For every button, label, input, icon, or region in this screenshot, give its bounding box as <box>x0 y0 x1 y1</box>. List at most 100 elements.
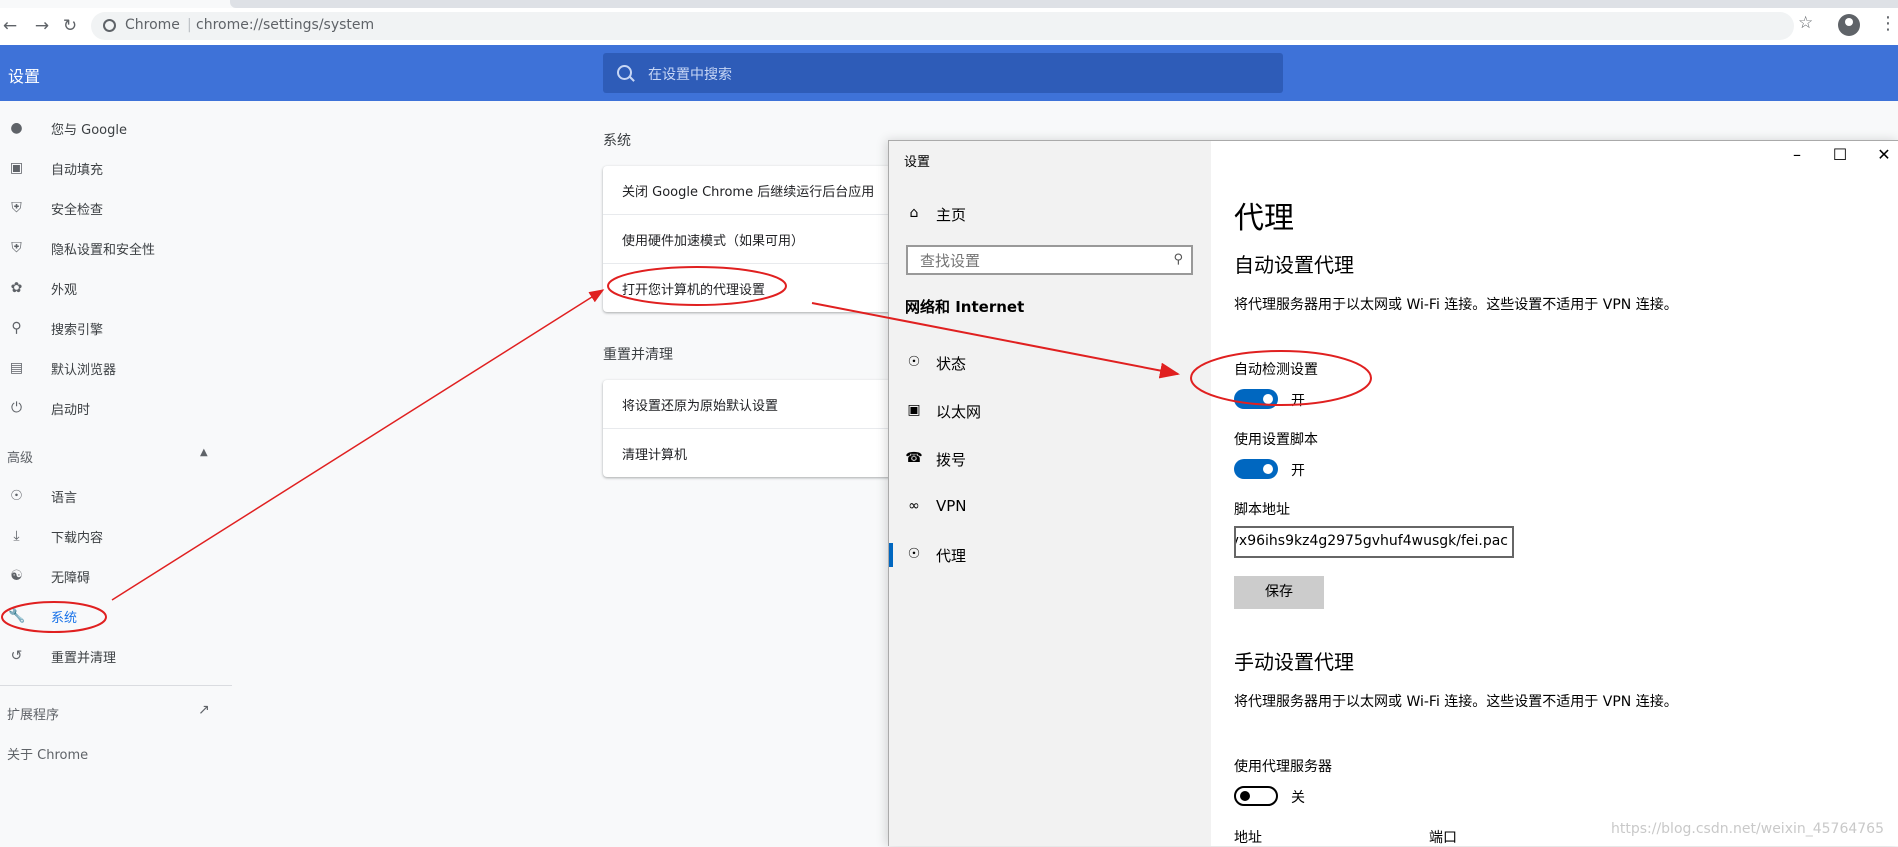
nav-status[interactable]: ☉ 状态 <box>889 343 1211 383</box>
nav-label: VPN <box>936 497 967 515</box>
ethernet-icon: ▣ <box>907 402 921 418</box>
person-icon: ● <box>10 120 23 136</box>
shield-check-icon: ⛨ <box>11 200 22 216</box>
sidebar-advanced-label: 高级 <box>7 451 34 466</box>
shield-icon: ⛨ <box>11 240 22 256</box>
script-address-input[interactable]: ıvx96ihs9kz4g2975gvhuf4wusgk/fei.pac <box>1234 526 1514 558</box>
nav-ethernet[interactable]: ▣ 以太网 <box>889 391 1211 431</box>
sidebar-extensions-label: 扩展程序 <box>7 708 60 723</box>
search-icon: ⚲ <box>1173 252 1183 267</box>
manual-proxy-heading: 手动设置代理 <box>1234 650 1354 674</box>
nav-label: 代理 <box>936 547 967 565</box>
vpn-icon: ∞ <box>908 498 920 514</box>
sidebar-item-appearance[interactable]: ✿ 外观 <box>0 272 230 304</box>
reset-card: 将设置还原为原始默认设置 清理计算机 <box>603 380 903 477</box>
windows-settings-window: 设置 ⌂ 主页 ⚲ 网络和 Internet ☉ 状态 ▣ 以太网 ☎ 拨号 ∞… <box>888 140 1898 846</box>
watermark: https://blog.csdn.net/weixin_45764765 <box>1610 821 1884 837</box>
window-title: 设置 <box>904 155 931 170</box>
globe-icon: ☉ <box>10 488 23 504</box>
list-item-label: 打开您计算机的代理设置 <box>622 283 766 298</box>
use-proxy-label: 使用代理服务器 <box>1234 759 1332 775</box>
settings-search[interactable]: 在设置中搜索 <box>603 53 1283 93</box>
find-setting-input[interactable]: ⚲ <box>906 245 1193 275</box>
wrench-icon: 🔧 <box>8 608 26 624</box>
auto-detect-label: 自动检测设置 <box>1234 362 1318 378</box>
sidebar-item-about[interactable]: 关于 Chrome <box>0 737 230 769</box>
reload-icon[interactable]: ↻ <box>60 16 80 36</box>
sidebar-advanced-toggle[interactable]: 高级 ▲ <box>0 440 230 472</box>
sidebar-item-on-startup[interactable]: ⏻ 启动时 <box>0 392 230 424</box>
address-label: 地址 <box>1234 830 1262 846</box>
globe-icon: ☉ <box>907 546 921 562</box>
nav-proxy[interactable]: ☉ 代理 <box>889 535 1211 575</box>
proxy-page-title: 代理 <box>1234 201 1294 236</box>
search-icon: ⚲ <box>11 320 22 336</box>
url-text[interactable]: chrome://settings/system <box>196 17 374 33</box>
sidebar-item-label: 自动填充 <box>51 163 104 178</box>
use-script-toggle[interactable] <box>1234 459 1278 479</box>
sidebar-item-you-and-google[interactable]: ● 您与 Google <box>0 112 230 144</box>
menu-kebab-icon[interactable]: ⋮ <box>1879 13 1897 34</box>
url-separator: | <box>187 17 192 33</box>
use-proxy-toggle[interactable] <box>1234 786 1278 806</box>
chrome-site-icon <box>103 19 116 32</box>
sidebar-item-search-engine[interactable]: ⚲ 搜索引擎 <box>0 312 230 344</box>
download-icon: ⤓ <box>13 528 20 544</box>
windows-settings-nav: 设置 ⌂ 主页 ⚲ 网络和 Internet ☉ 状态 ▣ 以太网 ☎ 拨号 ∞… <box>889 141 1211 846</box>
sidebar-item-extensions[interactable]: 扩展程序 ↗ <box>0 697 230 729</box>
nav-label: 主页 <box>936 206 967 224</box>
list-item[interactable]: 清理计算机 <box>603 428 903 477</box>
nav-home[interactable]: ⌂ 主页 <box>889 194 1211 234</box>
search-icon <box>617 65 632 80</box>
list-item[interactable]: 使用硬件加速模式（如果可用） <box>603 214 903 263</box>
back-arrow-icon[interactable]: ← <box>0 16 20 36</box>
tab-strip <box>230 0 1898 8</box>
find-setting-field[interactable] <box>918 251 1162 271</box>
manual-proxy-description: 将代理服务器用于以太网或 Wi-Fi 连接。这些设置不适用于 VPN 连接。 <box>1234 694 1678 710</box>
sidebar-item-autofill[interactable]: ▣ 自动填充 <box>0 152 230 184</box>
chevron-up-icon: ▲ <box>200 447 208 458</box>
sidebar-item-downloads[interactable]: ⤓ 下载内容 <box>0 520 230 552</box>
sidebar-item-label: 搜索引擎 <box>51 323 104 338</box>
list-item-label: 使用硬件加速模式（如果可用） <box>622 234 805 249</box>
list-item[interactable]: 将设置还原为原始默认设置 <box>603 380 903 428</box>
sidebar-item-languages[interactable]: ☉ 语言 <box>0 480 230 512</box>
close-icon[interactable]: ✕ <box>1869 145 1898 164</box>
save-button[interactable]: 保存 <box>1234 576 1324 609</box>
use-proxy-state: 关 <box>1291 790 1305 806</box>
sidebar-item-privacy[interactable]: ⛨ 隐私设置和安全性 <box>0 232 230 264</box>
nav-label: 拨号 <box>936 451 967 469</box>
auto-detect-toggle[interactable] <box>1234 389 1278 409</box>
clipboard-icon: ▣ <box>9 160 24 176</box>
minimize-icon[interactable]: – <box>1782 145 1812 164</box>
sidebar-item-default-browser[interactable]: ▤ 默认浏览器 <box>0 352 230 384</box>
bookmark-star-icon[interactable]: ☆ <box>1798 13 1813 33</box>
nav-vpn[interactable]: ∞ VPN <box>889 487 1211 527</box>
accessibility-icon: ☯ <box>10 568 23 584</box>
auto-proxy-description: 将代理服务器用于以太网或 Wi-Fi 连接。这些设置不适用于 VPN 连接。 <box>1234 297 1678 313</box>
sidebar-item-reset[interactable]: ↺ 重置并清理 <box>0 640 230 672</box>
sidebar-item-label: 默认浏览器 <box>51 363 117 378</box>
sidebar-item-safety-check[interactable]: ⛨ 安全检查 <box>0 192 230 224</box>
list-item-label: 将设置还原为原始默认设置 <box>622 399 779 414</box>
globe-status-icon: ☉ <box>907 354 921 370</box>
list-item[interactable]: 关闭 Google Chrome 后继续运行后台应用 <box>603 166 903 214</box>
sidebar-item-label: 外观 <box>51 283 78 298</box>
settings-header: 设置 在设置中搜索 <box>0 45 1898 101</box>
search-placeholder[interactable]: 在设置中搜索 <box>648 64 732 84</box>
address-bar[interactable]: Chrome | chrome://settings/system <box>91 12 1794 40</box>
nav-dialup[interactable]: ☎ 拨号 <box>889 439 1211 479</box>
forward-arrow-icon[interactable]: → <box>32 16 52 36</box>
sidebar-about-label: 关于 Chrome <box>7 748 89 763</box>
power-icon: ⏻ <box>10 400 23 416</box>
reset-section-heading: 重置并清理 <box>603 347 673 363</box>
use-script-state: 开 <box>1291 463 1305 479</box>
sidebar-item-system[interactable]: 🔧 系统 <box>0 600 230 632</box>
auto-proxy-heading: 自动设置代理 <box>1234 253 1354 277</box>
sidebar-item-accessibility[interactable]: ☯ 无障碍 <box>0 560 230 592</box>
maximize-icon[interactable]: ☐ <box>1825 145 1855 164</box>
sidebar-item-label: 下载内容 <box>51 531 104 546</box>
account-avatar-icon[interactable] <box>1838 14 1860 36</box>
open-external-icon: ↗ <box>198 702 210 718</box>
open-proxy-settings-row[interactable]: 打开您计算机的代理设置 <box>603 263 903 312</box>
